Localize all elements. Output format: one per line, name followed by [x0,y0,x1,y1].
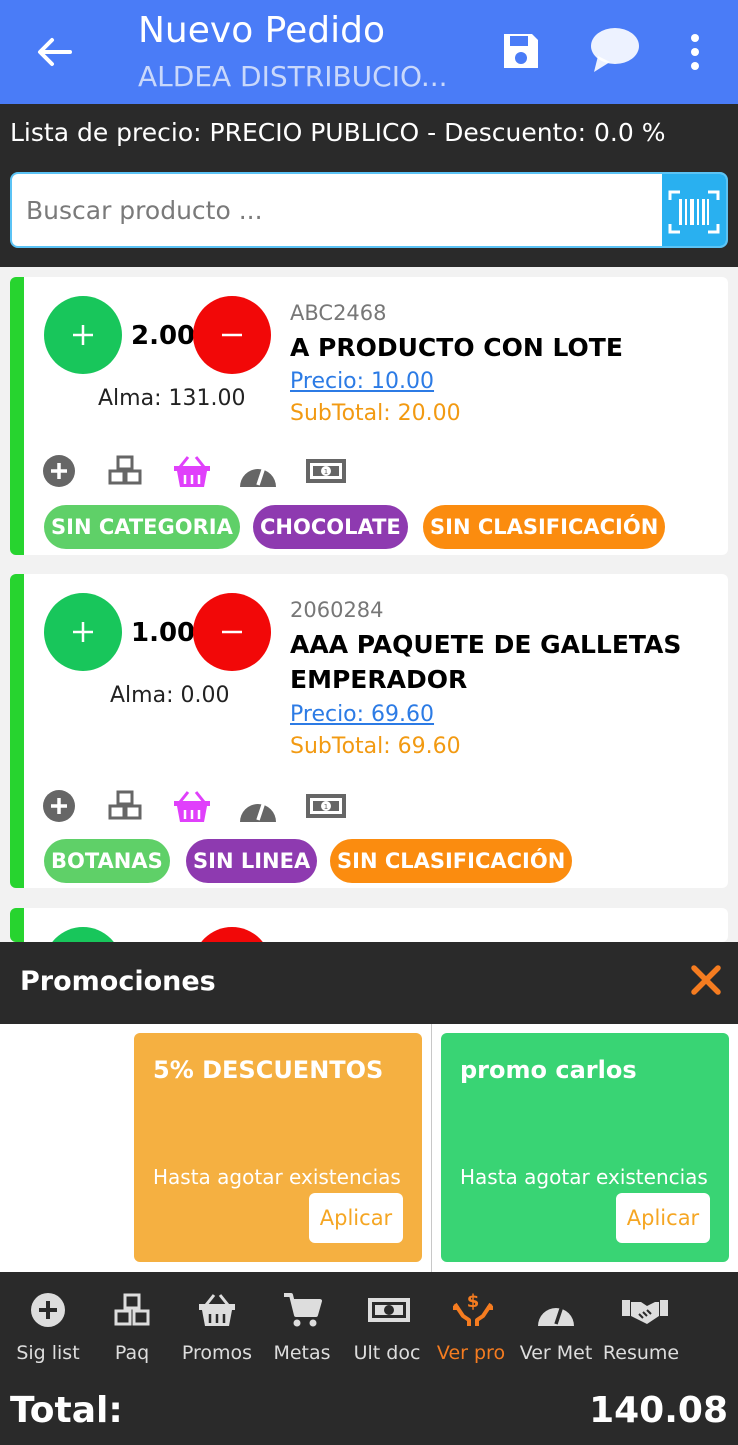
chat-bubble-icon[interactable] [588,26,640,76]
gauge-icon[interactable] [238,453,278,489]
nav-label: Resume [602,1342,680,1364]
nav-ver-met[interactable]: Ver Met [514,1290,598,1364]
boxes-icon[interactable] [106,453,146,489]
plus-circle-icon[interactable] [40,788,80,824]
arrow-left-icon[interactable] [30,28,78,76]
quantity-value: 2.00 [131,321,196,351]
apply-promo-button[interactable]: Aplicar [616,1193,710,1243]
increase-qty-button[interactable] [44,593,122,671]
apply-promo-button[interactable]: Aplicar [309,1193,403,1243]
nav-label: Ver Met [519,1342,593,1364]
price-link[interactable]: Precio: 10.00 [290,369,434,394]
increase-qty-button[interactable] [44,296,122,374]
nav-label: Promos [181,1342,253,1364]
nav-label: Sig list [16,1342,80,1364]
nav-label: Ult doc [353,1342,421,1364]
nav-label: Ver pro [436,1342,506,1364]
basket-icon [197,1290,237,1330]
plus-circle-icon [28,1290,68,1330]
plus-circle-icon[interactable] [40,453,80,489]
status-stripe [10,574,24,888]
more-vert-icon[interactable] [680,30,710,74]
nav-resume[interactable]: Resume [599,1290,683,1364]
increase-qty-button[interactable] [44,927,122,942]
promo-title: promo carlos [460,1056,637,1084]
total-value: 140.08 [589,1390,728,1431]
promotions-list: 5% DESCUENTOS Hasta agotar existencias A… [0,1024,738,1272]
cart-icon [282,1290,322,1330]
price-link[interactable]: Precio: 69.60 [290,702,434,727]
money-icon [367,1290,410,1330]
nav-metas[interactable]: Metas [260,1290,344,1364]
price-list-bar: Lista de precio: PRECIO PUBLICO - Descue… [0,104,738,267]
handshake-icon [621,1290,668,1330]
page-title: Nuevo Pedido [138,10,385,51]
barcode-scan-icon[interactable] [662,174,726,246]
svg-text:1: 1 [324,468,328,476]
product-name: A PRODUCTO CON LOTE [290,333,623,362]
promo-title: 5% DESCUENTOS [153,1056,384,1084]
customer-subtitle: ALDEA DISTRIBUCIO... [138,60,448,93]
gauge-icon[interactable] [238,788,278,824]
nav-ver-pro[interactable]: $ Ver pro [429,1290,513,1364]
basket-icon[interactable] [172,788,212,824]
divider [431,1024,432,1272]
category-chip[interactable]: SIN CATEGORIA [44,505,240,549]
gauge-icon [536,1290,576,1330]
svg-text:1: 1 [324,803,328,811]
nav-ult-doc[interactable]: Ult doc [345,1290,429,1364]
close-icon[interactable] [688,962,724,998]
total-label: Total: [10,1390,123,1431]
line-chip[interactable]: CHOCOLATE [253,505,408,549]
product-card: 2.00 Alma: 131.00 ABC2468 A PRODUCTO CON… [10,277,728,555]
product-actions: 1 [40,788,370,824]
nav-paq[interactable]: Paq [90,1290,174,1364]
hand-dollar-icon: $ [451,1290,493,1330]
basket-icon[interactable] [172,453,212,489]
decrease-qty-button[interactable] [193,593,271,671]
product-code: ABC2468 [290,301,387,325]
price-list-text: Lista de precio: PRECIO PUBLICO - Descue… [10,118,666,147]
stock-label: Alma: 131.00 [98,386,246,411]
promotions-title: Promociones [20,966,216,997]
classification-chip[interactable]: SIN CLASIFICACIÓN [330,839,573,883]
boxes-icon [112,1290,152,1330]
line-chip[interactable]: SIN LINEA [186,839,318,883]
product-card [10,908,728,942]
search-input[interactable]: Buscar producto ... [10,172,728,248]
product-name: AAA PAQUETE DE GALLETAS EMPERADOR [290,630,682,694]
promotions-header: Promociones [0,942,738,1024]
promo-description: Hasta agotar existencias [153,1165,401,1189]
decrease-qty-button[interactable] [193,296,271,374]
status-stripe [10,277,24,555]
subtotal-label: SubTotal: 69.60 [290,734,461,759]
nav-promos[interactable]: Promos [175,1290,259,1364]
bottom-nav: Sig list Paq Promos Metas Ult doc $ Ver … [0,1272,738,1445]
app-bar: Nuevo Pedido ALDEA DISTRIBUCIO... [0,0,738,104]
nav-label: Metas [273,1342,331,1364]
promo-card[interactable]: 5% DESCUENTOS Hasta agotar existencias A… [134,1033,422,1262]
promo-card[interactable]: promo carlos Hasta agotar existencias Ap… [441,1033,729,1262]
promo-description: Hasta agotar existencias [460,1165,708,1189]
stock-label: Alma: 0.00 [110,683,230,708]
subtotal-label: SubTotal: 20.00 [290,401,461,426]
money-icon[interactable]: 1 [304,453,346,489]
save-icon[interactable] [500,30,542,72]
product-actions: 1 [40,453,370,489]
search-placeholder: Buscar producto ... [26,196,263,225]
svg-text:$: $ [467,1291,480,1312]
product-card: 1.00 Alma: 0.00 2060284 AAA PAQUETE DE G… [10,574,728,888]
category-chip[interactable]: BOTANAS [44,839,170,883]
money-icon[interactable]: 1 [304,788,346,824]
nav-sig-list[interactable]: Sig list [6,1290,90,1364]
product-code: 2060284 [290,598,384,622]
quantity-value: 1.00 [131,618,196,648]
nav-label: Paq [114,1342,150,1364]
boxes-icon[interactable] [106,788,146,824]
decrease-qty-button[interactable] [193,927,271,942]
classification-chip[interactable]: SIN CLASIFICACIÓN [423,505,666,549]
status-stripe [10,908,24,942]
